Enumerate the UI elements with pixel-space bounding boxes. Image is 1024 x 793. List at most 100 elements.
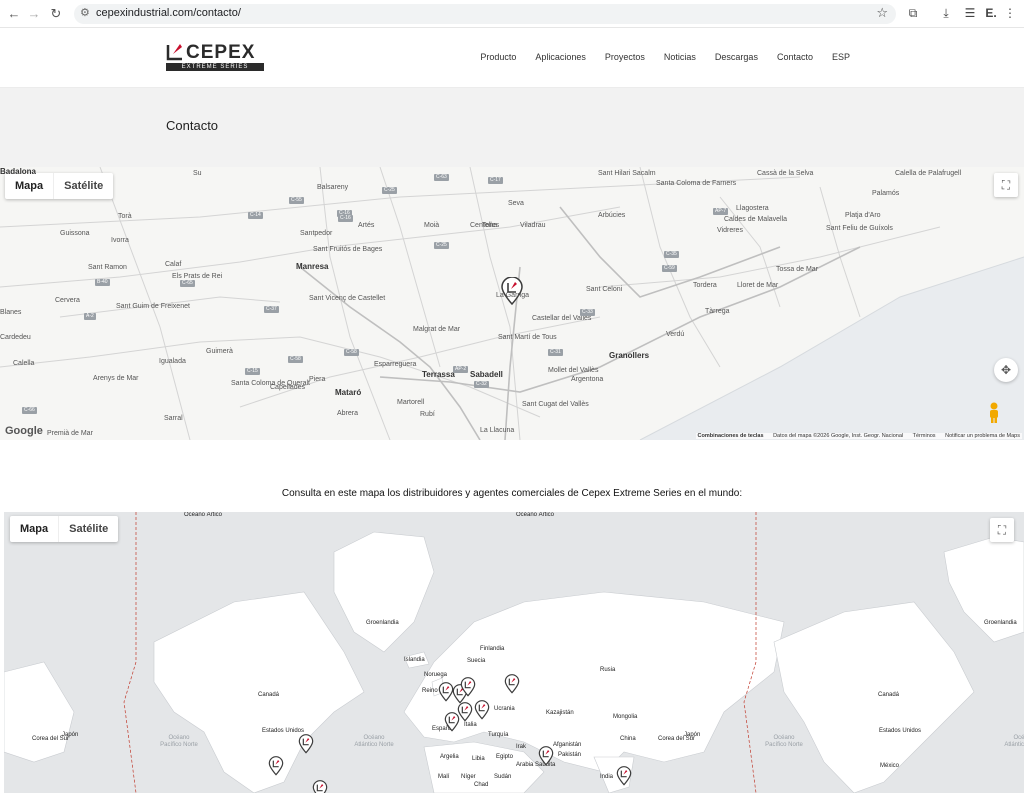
keyboard-shortcuts-link[interactable]: Combinaciones de teclas xyxy=(698,433,764,439)
place-label: Lloret de Mar xyxy=(737,282,779,289)
place-label: Sant Guim de Freixenet xyxy=(116,303,190,310)
place-label: Sant Cugat del Vallès xyxy=(522,401,589,408)
world-landmass xyxy=(4,512,1024,793)
country-label: Canadá xyxy=(258,692,280,698)
country-label: Irak xyxy=(516,744,527,750)
country-label: Canadá xyxy=(878,692,900,698)
place-label: Santa Coloma de Farners xyxy=(656,180,737,187)
place-label: Vidreres xyxy=(717,227,743,234)
road-number-badge: AP-7 xyxy=(713,208,729,215)
place-label: Tossa de Mar xyxy=(776,266,819,273)
reload-icon[interactable]: ↻ xyxy=(48,6,64,22)
page-title: Contacto xyxy=(166,118,219,133)
place-label: Artés xyxy=(358,222,375,229)
distributor-pin-icon[interactable] xyxy=(538,746,554,766)
road-number-badge: C-58 xyxy=(344,349,359,356)
bookmark-star-icon[interactable]: ☆ xyxy=(876,5,888,21)
place-label: Igualada xyxy=(159,358,186,365)
distributors-world-map[interactable]: Océano Ártico Océano Ártico Groenlandia Gro… xyxy=(4,512,1024,793)
map1-location-icon[interactable]: ✥ xyxy=(994,358,1018,382)
place-label: Malgrat de Mar xyxy=(413,326,461,333)
profile-icon[interactable]: E. xyxy=(983,6,999,20)
place-label: Sant Ramon xyxy=(88,264,127,271)
place-label: Els Prats de Rei xyxy=(172,273,223,280)
menu-descargas[interactable]: Descargas xyxy=(715,52,758,62)
site-settings-icon[interactable]: ⚙ xyxy=(80,6,90,19)
country-label: Mongolia xyxy=(613,714,638,720)
country-label: Islandia xyxy=(404,657,425,663)
country-label: Níger xyxy=(461,774,476,780)
place-label: Moià xyxy=(424,222,440,229)
ocean-label: Océano Atlántico Norte xyxy=(354,735,394,748)
menu-producto[interactable]: Producto xyxy=(480,52,516,62)
map1-fullscreen-icon[interactable]: ⛶ xyxy=(994,173,1018,197)
extensions-icon[interactable]: ⧉ xyxy=(905,6,921,21)
road-number-badge: C-25 xyxy=(434,242,449,249)
distributor-pin-icon[interactable] xyxy=(474,700,490,720)
country-label: China xyxy=(620,736,636,742)
country-label: Argelia xyxy=(440,754,459,760)
distributor-pin-icon[interactable] xyxy=(457,702,473,722)
location-pin-icon[interactable] xyxy=(500,277,524,305)
map2-type-map[interactable]: Mapa xyxy=(10,516,58,542)
url-text[interactable]: cepexindustrial.com/contacto/ xyxy=(96,7,241,19)
place-label: Arbúcies xyxy=(598,212,626,219)
country-label: Sudán xyxy=(494,774,512,780)
place-label: Cassà de la Selva xyxy=(757,170,814,177)
place-label: Argentona xyxy=(571,376,604,383)
more-menu-icon[interactable]: ⋮ xyxy=(1002,6,1018,20)
country-label: Italia xyxy=(464,722,477,728)
road-number-badge: B-40 xyxy=(95,279,110,286)
road-number-badge: C-17 xyxy=(488,177,503,184)
country-label: Finlandia xyxy=(480,646,505,652)
map1-type-map[interactable]: Mapa xyxy=(5,173,53,199)
menu-noticias[interactable]: Noticias xyxy=(664,52,696,62)
distributor-pin-icon[interactable] xyxy=(312,780,328,793)
cepex-logo[interactable]: CEPEX EXTREME SERIES xyxy=(166,42,266,71)
download-icon[interactable]: ⤓ xyxy=(938,6,954,21)
distributor-pin-icon[interactable] xyxy=(504,674,520,694)
road-number-badge: C-55 xyxy=(289,197,304,204)
place-label: Terrassa xyxy=(422,370,455,379)
distributor-pin-icon[interactable] xyxy=(298,734,314,754)
place-label: Sant Hilari Sacalm xyxy=(598,170,656,177)
country-label: Noruega xyxy=(424,672,448,678)
place-label: La Llacuna xyxy=(480,427,515,434)
place-label: Mollet del Vallès xyxy=(548,367,599,374)
country-label: Afganistán xyxy=(553,742,582,748)
place-label: Viladrau xyxy=(520,222,546,229)
menu-language[interactable]: ESP xyxy=(832,52,850,62)
road-number-badge: C-25 xyxy=(382,187,397,194)
map2-type-satellite[interactable]: Satélite xyxy=(58,516,118,542)
map-data-text: Datos del mapa ©2026 Google, Inst. Geogr… xyxy=(773,433,904,439)
distributor-pin-icon[interactable] xyxy=(460,677,476,697)
address-bar[interactable]: ⚙ cepexindustrial.com/contacto/ ☆ xyxy=(74,4,896,24)
country-label: Rusia xyxy=(600,667,616,673)
report-problem-link[interactable]: Notificar un problema de Maps xyxy=(945,433,1020,439)
place-label: Tàrrega xyxy=(705,308,730,315)
terms-link[interactable]: Términos xyxy=(913,433,936,439)
road-number-badge: C-59 xyxy=(662,265,677,272)
menu-proyectos[interactable]: Proyectos xyxy=(605,52,645,62)
menu-aplicaciones[interactable]: Aplicaciones xyxy=(535,52,586,62)
place-label: Castellar del Vallès xyxy=(532,315,592,322)
map2-fullscreen-icon[interactable]: ⛶ xyxy=(990,518,1014,542)
ocean-label: Océano Pacífico Norte xyxy=(765,735,803,748)
place-label: Cardedeu xyxy=(0,334,31,341)
road-number-badge: C-37 xyxy=(264,306,279,313)
road-number-badge: AP-2 xyxy=(453,366,469,373)
place-label: Llagostera xyxy=(736,205,769,212)
map1-type-satellite[interactable]: Satélite xyxy=(53,173,113,199)
menu-contacto[interactable]: Contacto xyxy=(777,52,813,62)
road-number-badge: C-35 xyxy=(664,251,679,258)
reading-list-icon[interactable]: ☰ xyxy=(962,6,978,20)
road-number-badge: C-14 xyxy=(248,212,263,219)
forward-icon[interactable]: → xyxy=(26,6,42,22)
location-map[interactable]: Mapa Satélite ⛶ ✥ Su Balsareny Artés Moià To… xyxy=(0,167,1024,440)
road-number-badge: C-33 xyxy=(580,309,595,316)
pegman-icon[interactable] xyxy=(988,402,1000,424)
distributor-pin-icon[interactable] xyxy=(268,756,284,776)
road-number-badge: C-66 xyxy=(22,407,37,414)
distributor-pin-icon[interactable] xyxy=(616,766,632,786)
back-icon[interactable]: ← xyxy=(6,6,22,22)
